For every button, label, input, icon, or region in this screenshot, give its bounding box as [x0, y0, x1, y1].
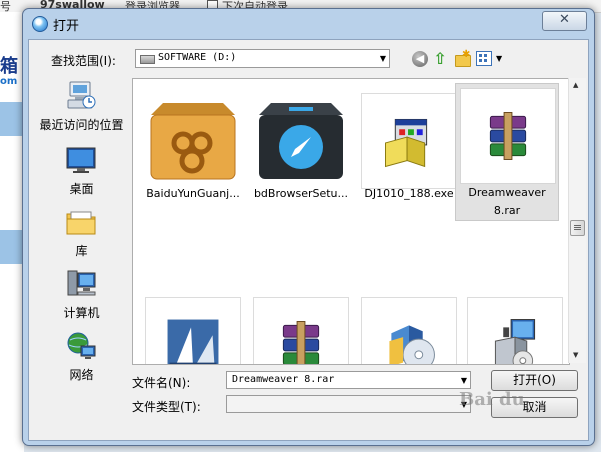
libraries-icon — [66, 211, 96, 235]
file-name: DJ1010_188.exe — [364, 187, 454, 200]
thumbnail-frame — [460, 88, 556, 184]
thumbnail-frame — [145, 297, 241, 364]
file-name-value: Dreamweaver 8.rar — [232, 374, 335, 385]
sail-app-icon — [167, 319, 219, 364]
scroll-up-icon[interactable]: ▲ — [573, 81, 578, 89]
cd-installer-icon — [389, 325, 435, 364]
thumbnail-frame — [467, 297, 563, 364]
network-icon — [67, 332, 96, 359]
file-name: bdBrowserSetu... — [253, 187, 349, 200]
up-folder-icon[interactable]: ⇧ — [432, 51, 448, 67]
file-item[interactable]: DJ1010_188.exe — [353, 85, 457, 219]
winrar-archive-icon — [489, 112, 527, 160]
dialog-client: 查找范围(I): SOFTWARE (D:) ▼ ◀ ⇧ ✱ ▼ 最近访问的位置… — [28, 39, 589, 441]
file-item[interactable] — [459, 289, 563, 364]
view-menu-chevron-icon[interactable]: ▼ — [496, 54, 502, 63]
place-label: 最近访问的位置 — [39, 118, 124, 132]
place-label: 网络 — [69, 368, 94, 382]
file-name: BaiduYunGuanj... — [146, 187, 240, 200]
file-name-label: 文件名(N): — [132, 376, 191, 390]
recent-places-icon — [67, 81, 96, 109]
open-file-dialog: 打开 ✕ 查找范围(I): SOFTWARE (D:) ▼ ◀ ⇧ ✱ ▼ 最近… — [22, 8, 595, 446]
look-in-value: SOFTWARE (D:) — [158, 52, 237, 63]
file-name-input[interactable]: Dreamweaver 8.rar ▼ — [226, 371, 471, 389]
close-button[interactable]: ✕ — [542, 11, 587, 31]
monitor-installer-icon — [494, 319, 536, 364]
watermark: Bai du — [459, 389, 525, 410]
file-type-dropdown[interactable]: ▼ — [226, 395, 471, 413]
winrar-archive-icon — [282, 321, 320, 364]
bg-logo-sub: om — [0, 76, 18, 87]
place-recent[interactable]: 最近访问的位置 — [34, 78, 129, 134]
places-bar: 最近访问的位置 桌面 库 计算机 网络 — [34, 74, 129, 438]
file-item[interactable] — [353, 289, 457, 364]
baidu-browser-box-icon — [259, 103, 343, 179]
background-page: 箱 om — [0, 12, 24, 452]
file-item[interactable]: bdBrowserSetu... — [245, 85, 348, 219]
view-menu-icon[interactable] — [476, 51, 492, 66]
file-name-line1: Dreamweaver — [468, 186, 546, 199]
file-item[interactable] — [245, 289, 349, 364]
dialog-title: 打开 — [53, 19, 80, 34]
place-label: 库 — [75, 244, 88, 258]
file-list[interactable]: BaiduYunGuanj... bdBrowserSetu... DJ1010… — [132, 78, 570, 365]
file-name-line2: 8.rar — [493, 204, 521, 217]
scroll-down-icon[interactable]: ▼ — [573, 351, 578, 359]
place-computer[interactable]: 计算机 — [34, 266, 129, 322]
thumbnail-frame — [361, 93, 457, 189]
file-item-selected[interactable]: Dreamweaver 8.rar — [455, 83, 559, 221]
file-list-scrollbar[interactable]: ▲ ▼ — [568, 78, 586, 363]
thumbnail-frame — [253, 297, 349, 364]
bg-strip — [0, 230, 24, 264]
file-type-label: 文件类型(T): — [132, 400, 201, 414]
look-in-label: 查找范围(I): — [51, 54, 116, 68]
place-libraries[interactable]: 库 — [34, 204, 129, 260]
place-network[interactable]: 网络 — [34, 328, 129, 384]
scrollbar-thumb[interactable] — [570, 220, 585, 236]
thumbnail-frame — [361, 297, 457, 364]
dialog-titlebar[interactable]: 打开 ✕ — [23, 9, 594, 37]
bg-strip — [0, 102, 24, 136]
place-desktop[interactable]: 桌面 — [34, 142, 129, 198]
chevron-down-icon: ▼ — [379, 54, 386, 63]
bg-logo: 箱 — [0, 56, 18, 77]
open-button[interactable]: 打开(O) — [491, 370, 578, 391]
back-icon[interactable]: ◀ — [412, 51, 428, 67]
look-in-dropdown[interactable]: SOFTWARE (D:) ▼ — [135, 49, 390, 68]
file-item[interactable]: BaiduYunGuanj... — [137, 85, 240, 219]
new-folder-icon[interactable]: ✱ — [454, 49, 471, 67]
computer-icon — [67, 270, 96, 296]
installer-exe-icon — [385, 118, 428, 168]
place-label: 计算机 — [63, 306, 100, 320]
drive-icon — [140, 55, 155, 64]
dialog-app-icon — [32, 16, 48, 32]
desktop-icon — [66, 147, 96, 173]
place-label: 桌面 — [69, 182, 94, 196]
chevron-down-icon[interactable]: ▼ — [461, 376, 467, 385]
file-item[interactable] — [137, 289, 241, 364]
baidu-cloud-box-icon — [150, 103, 236, 180]
